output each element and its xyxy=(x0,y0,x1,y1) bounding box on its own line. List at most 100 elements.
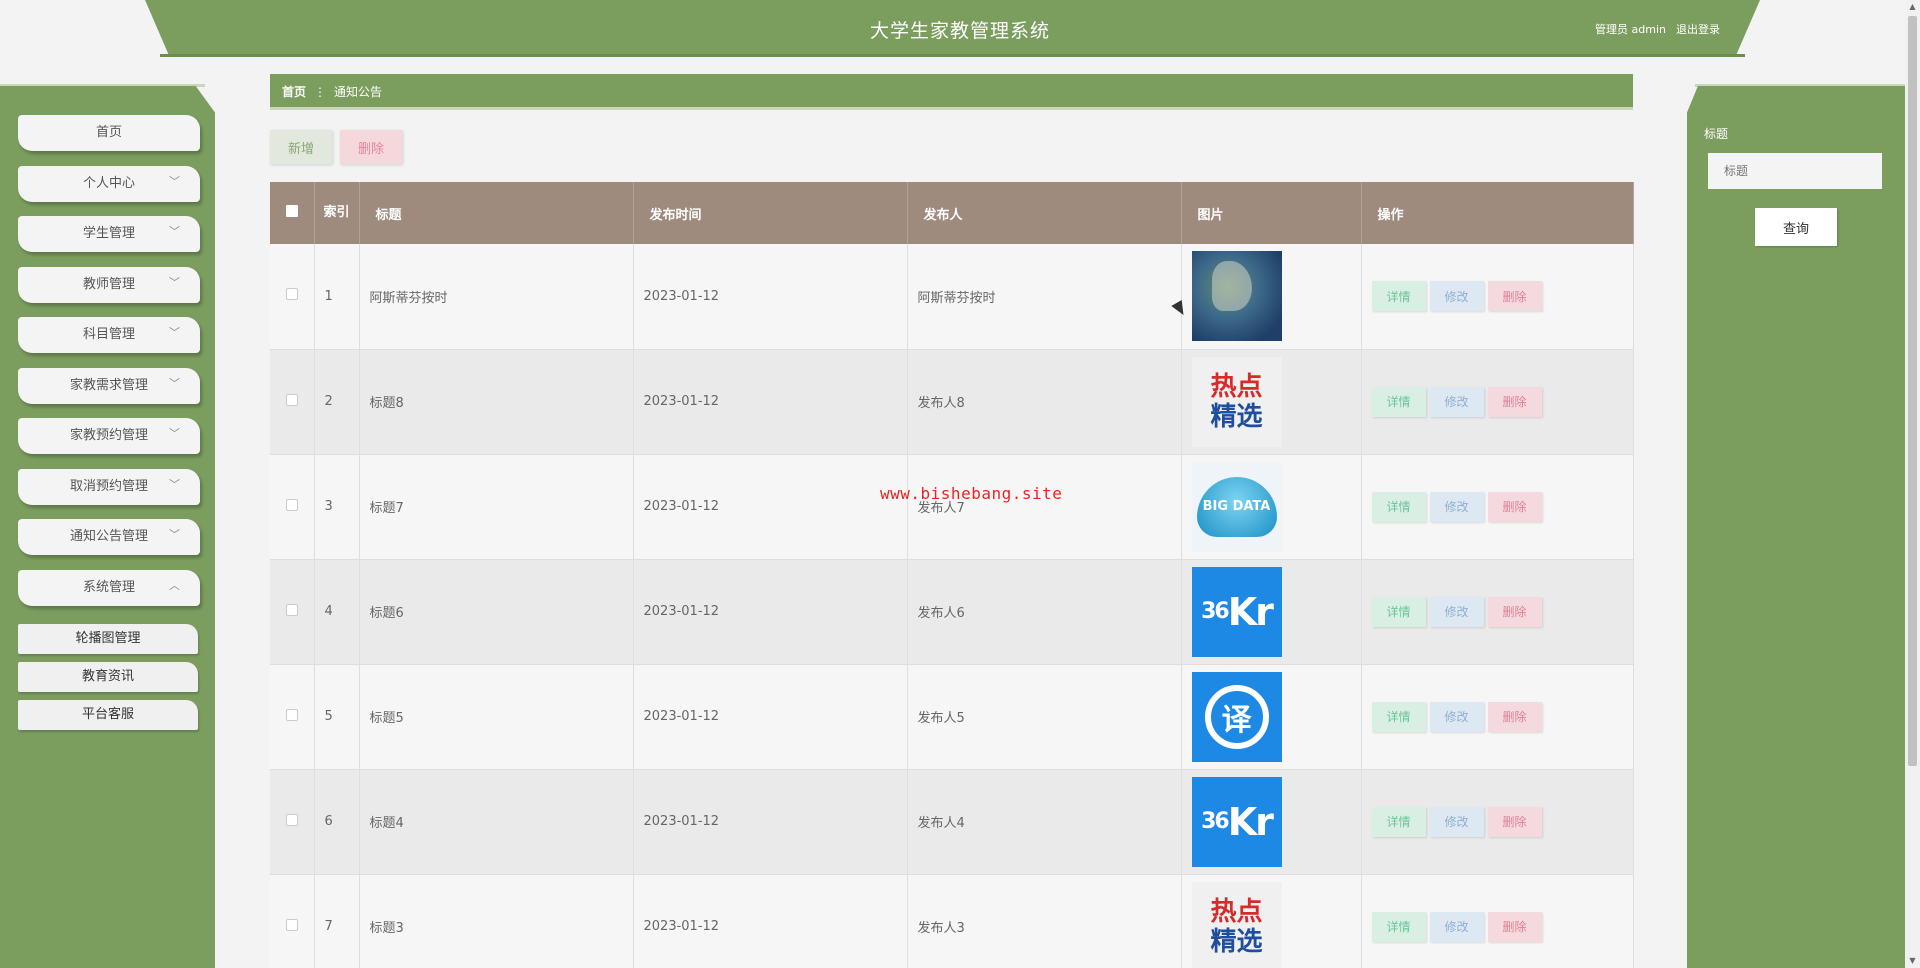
big-data-image: BIG DATA xyxy=(1191,461,1282,552)
scroll-down-arrow-icon[interactable]: ▼ xyxy=(1905,954,1920,968)
sidebar-item-subject-management[interactable]: 科目管理 ﹀ xyxy=(18,317,200,353)
image-text: 36 xyxy=(1201,599,1230,624)
cloud-icon: BIG DATA xyxy=(1196,476,1277,537)
scroll-up-arrow-icon[interactable]: ▲ xyxy=(1905,0,1920,14)
row-checkbox[interactable] xyxy=(285,708,298,721)
sidebar-item-label: 科目管理 xyxy=(82,327,135,342)
hot-picks-image: 热点 精选 xyxy=(1191,881,1282,968)
cell-publisher: 发布人3 xyxy=(907,874,1182,968)
page-scrollbar[interactable]: ▲ ▼ xyxy=(1905,0,1920,968)
query-button[interactable]: 查询 xyxy=(1755,208,1837,246)
column-header-time: 发布时间 xyxy=(633,182,908,244)
select-all-checkbox[interactable] xyxy=(270,182,315,244)
table-row: 5 标题5 2023-01-12 发布人5 译 详情 修改 删除 xyxy=(270,664,1634,770)
edit-button[interactable]: 修改 xyxy=(1429,281,1484,312)
row-checkbox[interactable] xyxy=(285,918,298,931)
delete-button[interactable]: 删除 xyxy=(1487,491,1542,522)
detail-button[interactable]: 详情 xyxy=(1371,386,1426,417)
cell-index: 5 xyxy=(314,664,360,770)
detail-button[interactable]: 详情 xyxy=(1371,911,1426,942)
sidebar-subitem-customer-service[interactable]: 平台客服 xyxy=(18,700,198,730)
cell-title: 标题8 xyxy=(359,349,634,455)
sidebar-subitem-education-news[interactable]: 教育资讯 xyxy=(18,662,198,692)
sidebar-item-label: 首页 xyxy=(95,125,122,140)
row-checkbox[interactable] xyxy=(285,288,298,301)
row-checkbox[interactable] xyxy=(285,603,298,616)
column-header-publisher: 发布人 xyxy=(907,182,1182,244)
chevron-down-icon: ﹀ xyxy=(169,427,180,440)
edit-button[interactable]: 修改 xyxy=(1429,701,1484,732)
cell-ops: 详情 修改 删除 xyxy=(1361,454,1634,560)
sidebar-item-tutoring-booking[interactable]: 家教预约管理 ﹀ xyxy=(18,418,200,454)
edit-button[interactable]: 修改 xyxy=(1429,491,1484,522)
add-button[interactable]: 新增 xyxy=(270,130,332,164)
table-row: 6 标题4 2023-01-12 发布人4 36 Kr 详情 修改 删除 xyxy=(270,769,1634,875)
cell-ops: 详情 修改 删除 xyxy=(1361,349,1634,455)
row-checkbox-cell xyxy=(270,874,315,968)
sidebar-item-label: 家教需求管理 xyxy=(69,377,148,393)
cell-title: 标题3 xyxy=(359,874,634,968)
detail-button[interactable]: 详情 xyxy=(1371,701,1426,732)
cell-title: 标题6 xyxy=(359,559,634,665)
cell-time: 2023-01-12 xyxy=(633,664,908,770)
breadcrumb-home[interactable]: 首页 xyxy=(282,85,306,99)
detail-button[interactable]: 详情 xyxy=(1371,491,1426,522)
header-user-area: 管理员 admin 退出登录 xyxy=(1595,21,1720,37)
sidebar-item-notice-management[interactable]: 通知公告管理 ﹀ xyxy=(18,519,200,555)
cell-ops: 详情 修改 删除 xyxy=(1361,769,1634,875)
cell-index: 2 xyxy=(314,349,360,455)
title-search-input[interactable] xyxy=(1708,153,1882,189)
edit-button[interactable]: 修改 xyxy=(1429,386,1484,417)
edit-button[interactable]: 修改 xyxy=(1429,806,1484,837)
cell-index: 4 xyxy=(314,559,360,665)
header: 大学生家教管理系统 管理员 admin 退出登录 xyxy=(0,0,1920,60)
row-checkbox-cell xyxy=(270,349,315,455)
table-actions: 新增 删除 xyxy=(270,130,402,164)
delete-button[interactable]: 删除 xyxy=(1487,911,1542,942)
edit-button[interactable]: 修改 xyxy=(1429,911,1484,942)
delete-button[interactable]: 删除 xyxy=(1487,701,1542,732)
image-text: Kr xyxy=(1227,799,1274,844)
cell-ops: 详情 修改 删除 xyxy=(1361,874,1634,968)
sidebar-item-label: 教师管理 xyxy=(82,276,135,292)
translate-image: 译 xyxy=(1191,671,1282,762)
sidebar-item-personal-center[interactable]: 个人中心 ﹀ xyxy=(18,165,200,202)
detail-button[interactable]: 详情 xyxy=(1371,596,1426,627)
sidebar-submenu: 轮播图管理 教育资讯 平台客服 xyxy=(18,624,198,738)
delete-button[interactable]: 删除 xyxy=(1487,596,1542,627)
image-text: 热点 xyxy=(1210,896,1263,927)
image-text: 精选 xyxy=(1210,926,1263,957)
search-label: 标题 xyxy=(1704,127,1729,141)
sidebar-item-tutoring-demand[interactable]: 家教需求管理 ﹀ xyxy=(18,367,200,404)
delete-button[interactable]: 删除 xyxy=(1487,806,1542,837)
sidebar-item-home[interactable]: 首页 xyxy=(18,115,200,151)
row-checkbox[interactable] xyxy=(285,813,298,826)
sidebar-item-student-management[interactable]: 学生管理 ﹀ xyxy=(18,216,200,252)
breadcrumb-current: 通知公告 xyxy=(334,85,383,99)
logout-link[interactable]: 退出登录 xyxy=(1676,21,1720,37)
sidebar-item-cancel-booking[interactable]: 取消预约管理 ﹀ xyxy=(18,468,200,505)
sidebar-subitem-carousel[interactable]: 轮播图管理 xyxy=(18,624,198,654)
cell-publisher: 发布人6 xyxy=(907,559,1182,665)
notice-table: 索引 标题 发布时间 发布人 图片 操作 1 阿斯蒂芬按时 2023-01-12… xyxy=(270,182,1634,968)
cell-ops: 详情 修改 删除 xyxy=(1361,244,1634,350)
sidebar-item-system-management[interactable]: 系统管理 ︿ xyxy=(18,569,200,606)
satellite-image xyxy=(1191,251,1282,342)
row-checkbox-cell xyxy=(270,244,315,350)
row-checkbox[interactable] xyxy=(285,393,298,406)
sidebar-item-teacher-management[interactable]: 教师管理 ﹀ xyxy=(18,266,200,303)
row-checkbox[interactable] xyxy=(285,498,298,511)
sidebar-menu: 首页 个人中心 ﹀ 学生管理 ﹀ 教师管理 ﹀ 科目管理 ﹀ 家教需求管理 ﹀ 家教预约管… xyxy=(18,115,203,620)
edit-button[interactable]: 修改 xyxy=(1429,596,1484,627)
detail-button[interactable]: 详情 xyxy=(1371,806,1426,837)
36kr-image: 36 Kr xyxy=(1191,776,1282,867)
detail-button[interactable]: 详情 xyxy=(1371,281,1426,312)
cell-index: 1 xyxy=(314,244,360,350)
scroll-thumb[interactable] xyxy=(1908,16,1917,766)
cell-time: 2023-01-12 xyxy=(633,349,908,455)
cell-ops: 详情 修改 删除 xyxy=(1361,559,1634,665)
batch-delete-button[interactable]: 删除 xyxy=(340,130,402,164)
translate-icon: 译 xyxy=(1204,684,1269,749)
delete-button[interactable]: 删除 xyxy=(1487,281,1542,312)
delete-button[interactable]: 删除 xyxy=(1487,386,1542,417)
